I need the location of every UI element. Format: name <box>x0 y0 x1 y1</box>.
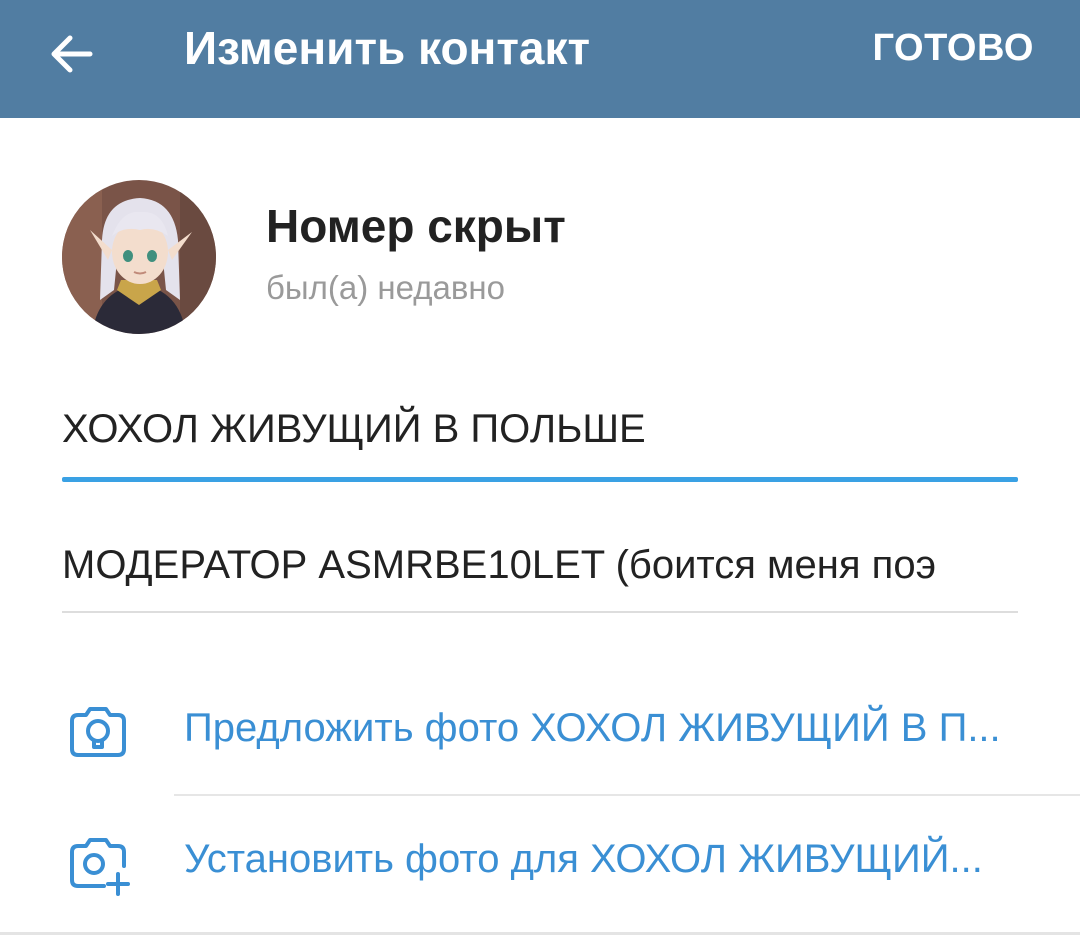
set-photo-button[interactable]: Установить фото для ХОХОЛ ЖИВУЩИЙ... <box>0 796 1080 924</box>
contact-status: был(а) недавно <box>266 269 505 306</box>
avatar[interactable] <box>62 180 216 334</box>
set-photo-label: Установить фото для ХОХОЛ ЖИВУЩИЙ... <box>184 837 983 881</box>
done-button[interactable]: ГОТОВО <box>873 24 1034 72</box>
anime-character-avatar <box>62 180 216 334</box>
camera-add-icon <box>70 838 130 896</box>
first-name-field[interactable]: ХОХОЛ ЖИВУЩИЙ В ПОЛЬШЕ <box>62 404 1018 454</box>
suggest-photo-button[interactable]: Предложить фото ХОХОЛ ЖИВУЩИЙ В П... <box>0 665 1080 793</box>
app-bar: Изменить контакт ГОТОВО <box>0 0 1080 118</box>
contact-name: Номер скрыт <box>266 200 566 252</box>
last-name-field[interactable]: МОДЕРАТОР ASMRBE10LET (боится меня поэ <box>62 540 1018 590</box>
back-button[interactable] <box>40 22 104 86</box>
first-name-underline <box>62 477 1018 482</box>
page-title: Изменить контакт <box>184 22 591 74</box>
last-name-underline <box>62 611 1018 613</box>
suggest-photo-label: Предложить фото ХОХОЛ ЖИВУЩИЙ В П... <box>184 706 1001 750</box>
arrow-left-icon <box>51 35 93 73</box>
camera-suggest-icon <box>70 707 126 757</box>
